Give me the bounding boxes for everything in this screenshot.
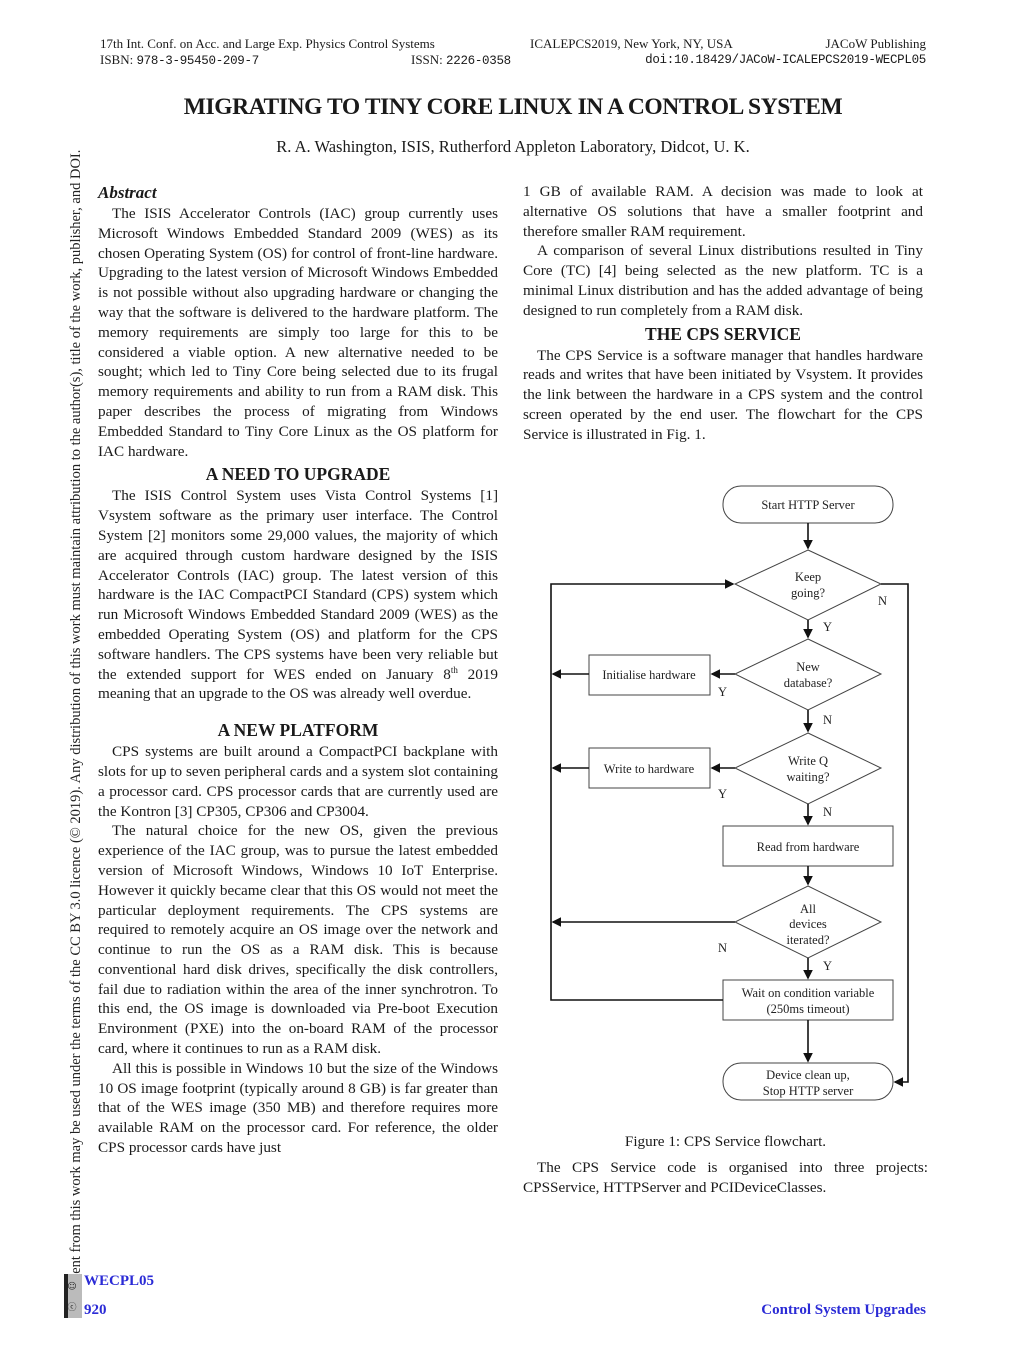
- license-sidebar: Content from this work may be used under…: [62, 20, 92, 1320]
- svg-text:Read from hardware: Read from hardware: [757, 840, 860, 854]
- paragraph: All this is possible in Windows 10 but t…: [98, 1059, 498, 1157]
- svg-text:Wait on condition variable: Wait on condition variable: [742, 986, 875, 1000]
- section-heading-need-to-upgrade: A NEED TO UPGRADE: [205, 464, 391, 485]
- creative-commons-by-icon: ☺ ⓒ: [64, 1274, 82, 1318]
- svg-text:New: New: [796, 660, 820, 674]
- right-column-continuation: The CPS Service code is organised into t…: [523, 1158, 928, 1198]
- paragraph: A comparison of several Linux distributi…: [523, 242, 923, 319]
- figure-caption: Figure 1: CPS Service flowchart.: [624, 1133, 827, 1150]
- isbn: ISBN: 978-3-95450-209-7: [100, 52, 259, 68]
- publisher: JACoW Publishing: [825, 36, 926, 51]
- svg-text:N: N: [823, 805, 832, 819]
- paragraph: CPS systems are built around a CompactPC…: [98, 743, 498, 820]
- write-q-decision: [733, 732, 883, 805]
- svg-text:Y: Y: [823, 959, 832, 973]
- left-column: Abstract The ISIS Accelerator Controls (…: [98, 182, 498, 1158]
- svg-text:N: N: [823, 713, 832, 727]
- svg-text:waiting?: waiting?: [786, 770, 829, 784]
- paragraph: The ISIS Control System uses Vista Contr…: [98, 487, 499, 703]
- svg-text:All: All: [800, 902, 817, 916]
- paragraph: The natural choice for the new OS, given…: [98, 822, 498, 1058]
- conference-location: ICALEPCS2019, New York, NY, USA: [530, 36, 733, 51]
- svg-text:(250ms timeout): (250ms timeout): [767, 1002, 850, 1016]
- svg-text:Keep: Keep: [795, 570, 821, 584]
- paper-authors: R. A. Washington, ISIS, Rutherford Apple…: [276, 137, 750, 156]
- svg-text:iterated?: iterated?: [786, 933, 829, 947]
- paragraph: 1 GB of available RAM. A decision was ma…: [523, 183, 923, 240]
- section-heading-new-platform: A NEW PLATFORM: [217, 720, 379, 741]
- doi-link[interactable]: doi:10.18429/JACoW-ICALEPCS2019-WECPL05: [645, 52, 926, 68]
- section-link[interactable]: Control System Upgrades: [761, 1302, 926, 1319]
- right-column: 1 GB of available RAM. A decision was ma…: [523, 182, 923, 445]
- svg-text:Y: Y: [718, 787, 727, 801]
- paragraph: The CPS Service is a software manager th…: [523, 346, 923, 443]
- svg-text:devices: devices: [789, 917, 827, 931]
- paper-id-link[interactable]: WECPL05: [84, 1273, 154, 1290]
- svg-text:N: N: [878, 594, 887, 608]
- paper-title: MIGRATING TO TINY CORE LINUX IN A CONTRO…: [183, 94, 843, 120]
- svg-text:Write Q: Write Q: [788, 754, 828, 768]
- svg-text:going?: going?: [791, 586, 825, 600]
- svg-text:Stop HTTP server: Stop HTTP server: [763, 1084, 854, 1098]
- paragraph: The CPS Service code is organised into t…: [523, 1159, 928, 1196]
- svg-text:database?: database?: [784, 676, 833, 690]
- keep-going-decision: [733, 549, 883, 621]
- license-text: Content from this work may be used under…: [68, 149, 84, 1302]
- svg-text:N: N: [718, 941, 727, 955]
- svg-text:Device clean up,: Device clean up,: [766, 1068, 850, 1082]
- svg-text:Initialise hardware: Initialise hardware: [602, 668, 696, 682]
- svg-text:Y: Y: [718, 685, 727, 699]
- issn: ISSN: 2226-0358: [411, 52, 511, 68]
- new-database-decision: [733, 638, 883, 711]
- conference-name: 17th Int. Conf. on Acc. and Large Exp. P…: [100, 36, 435, 51]
- start-label: Start HTTP Server: [761, 498, 855, 512]
- page-number: 920: [84, 1302, 107, 1318]
- abstract-heading: Abstract: [98, 183, 157, 202]
- cps-service-flowchart: Start HTTP Server Keep going? New databa…: [550, 485, 909, 1101]
- svg-text:Write to hardware: Write to hardware: [604, 762, 695, 776]
- section-heading-cps-service: THE CPS SERVICE: [645, 323, 801, 344]
- abstract-text: The ISIS Accelerator Controls (IAC) grou…: [98, 205, 498, 460]
- svg-text:Y: Y: [823, 620, 832, 634]
